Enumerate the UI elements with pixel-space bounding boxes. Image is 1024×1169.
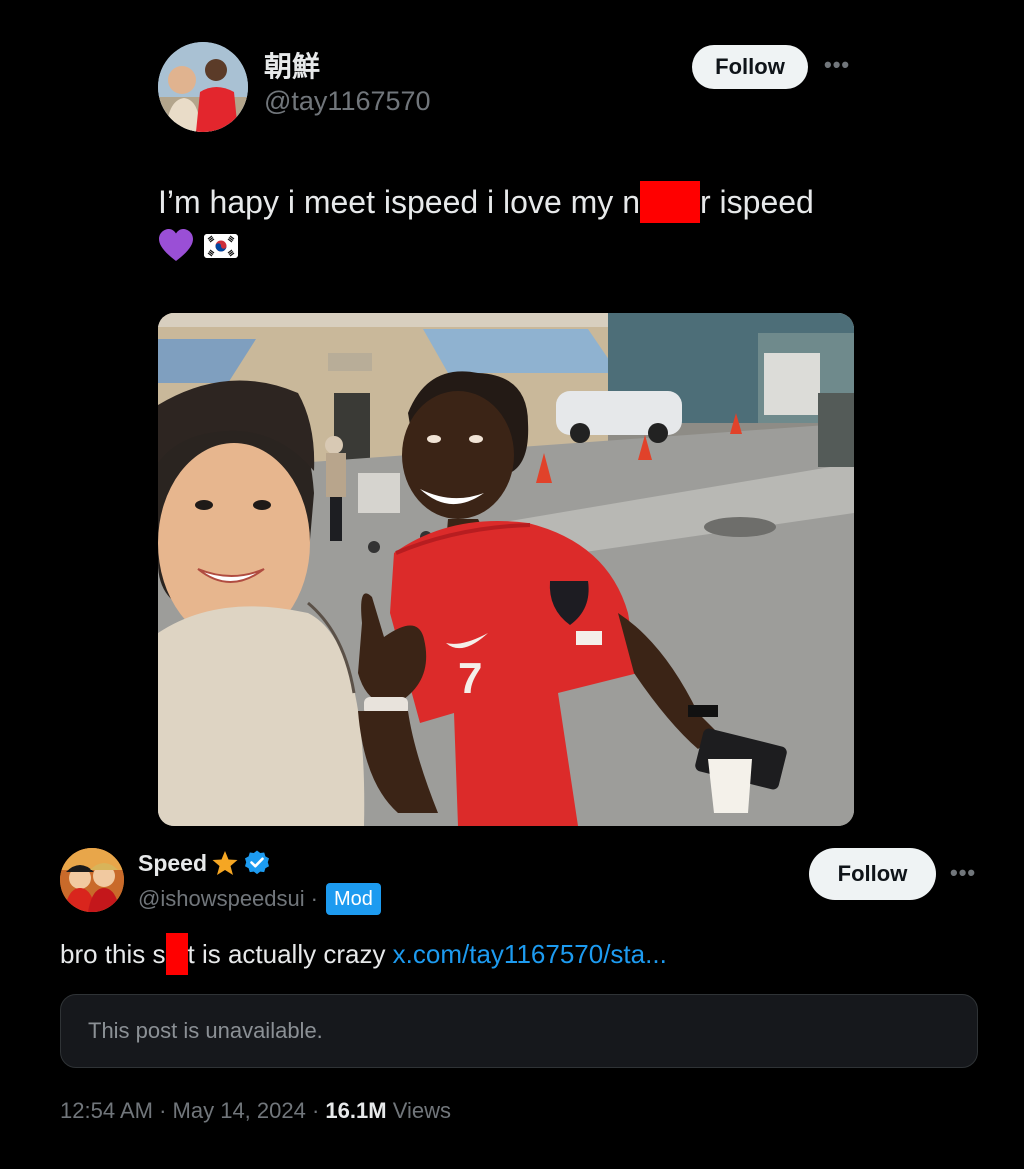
- author-name[interactable]: Speed: [138, 850, 207, 877]
- post-metadata: 12:54 AM · May 14, 2024 · 16.1M Views: [60, 1098, 451, 1124]
- post-text-part: t is actually crazy: [187, 939, 393, 969]
- emoji-row: [158, 224, 858, 268]
- author-sub-row: @ishowspeedsui · Mod: [138, 882, 381, 916]
- star-icon: [212, 851, 238, 875]
- post-text-part: bro this s: [60, 939, 166, 969]
- unavailable-text: This post is unavailable.: [88, 1018, 323, 1043]
- redaction-box: [639, 180, 700, 223]
- svg-text:7: 7: [458, 654, 482, 703]
- separator: ·: [159, 1098, 167, 1123]
- purple-heart-icon: [159, 229, 193, 261]
- redaction-box: [165, 933, 188, 976]
- avatar[interactable]: [60, 848, 124, 912]
- selfie-photo: 7: [158, 313, 854, 826]
- more-options-icon[interactable]: •••: [824, 52, 850, 78]
- mod-badge: Mod: [325, 883, 381, 915]
- author-name[interactable]: 朝鮮: [264, 50, 431, 84]
- unavailable-post-card: This post is unavailable.: [60, 994, 978, 1068]
- avatar-image: [60, 848, 124, 912]
- south-korea-flag-icon: [204, 234, 238, 258]
- follow-button[interactable]: Follow: [692, 45, 808, 89]
- quoted-post[interactable]: 朝鮮 @tay1167570 Follow ••• I’m hapy i mee…: [158, 40, 858, 826]
- more-options-icon[interactable]: •••: [950, 860, 976, 886]
- separator: ·: [310, 886, 318, 911]
- post-text-part: r ispeed: [699, 184, 814, 220]
- verified-badge-icon[interactable]: [243, 849, 271, 877]
- avatar-image: [158, 42, 248, 132]
- views-count[interactable]: 16.1M: [325, 1098, 386, 1123]
- post-date[interactable]: May 14, 2024: [173, 1098, 306, 1123]
- quoted-post-text: I’m hapy i meet ispeed i love my n r ispe…: [158, 180, 858, 268]
- main-post-text: bro this s t is actually crazy x.com/tay1…: [60, 933, 667, 976]
- post-text-part: I’m hapy i meet ispeed i love my n: [158, 184, 640, 220]
- avatar[interactable]: [158, 42, 248, 132]
- author-name-row: Speed: [138, 848, 381, 878]
- author-handle[interactable]: @ishowspeedsui: [138, 886, 305, 912]
- separator: ·: [311, 1098, 320, 1123]
- main-author-names: Speed @ishowspeedsui · Mod: [138, 848, 381, 916]
- follow-button[interactable]: Follow: [809, 848, 936, 900]
- quoted-author-names: 朝鮮 @tay1167570: [264, 50, 431, 118]
- post-time[interactable]: 12:54 AM: [60, 1098, 153, 1123]
- quoted-post-header: 朝鮮 @tay1167570 Follow •••: [158, 40, 858, 132]
- views-label: Views: [386, 1098, 451, 1123]
- post-link[interactable]: x.com/tay1167570/sta...: [393, 939, 667, 969]
- post-photo[interactable]: 7: [158, 313, 854, 826]
- author-handle[interactable]: @tay1167570: [264, 84, 431, 118]
